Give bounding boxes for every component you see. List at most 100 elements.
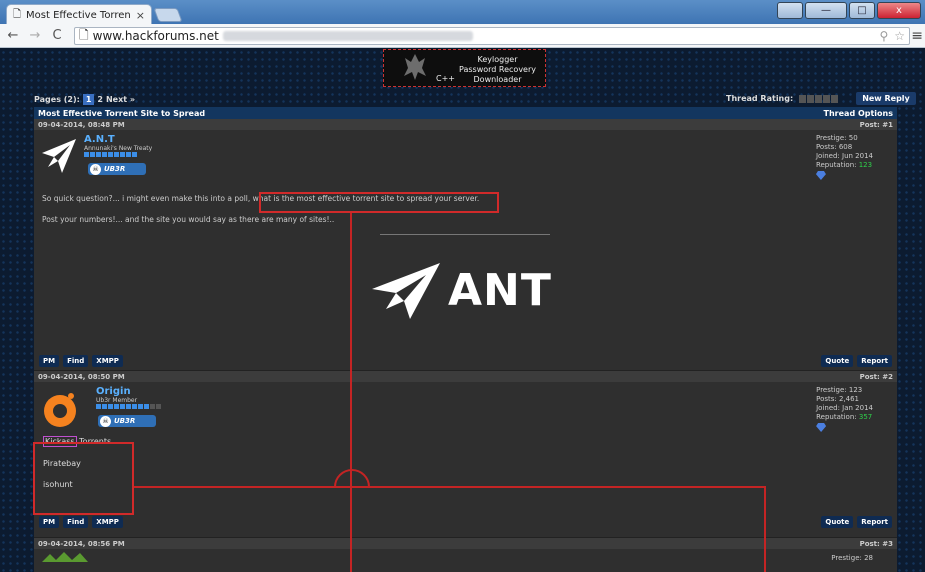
banner-item: Downloader: [473, 75, 522, 84]
bookmark-star-icon[interactable]: ☆: [894, 29, 905, 43]
stat-posts: Posts: 2,461: [816, 395, 860, 403]
stat-prestige: Prestige: 123: [816, 386, 863, 394]
minimize-button[interactable]: —: [805, 2, 847, 19]
thread-header: Most Effective Torrent Site to Spread Th…: [34, 107, 897, 119]
forward-button[interactable]: →: [26, 28, 44, 43]
post-footer: PM Find XMPP Quote Report: [39, 355, 892, 367]
thread-options-link[interactable]: Thread Options: [824, 109, 893, 118]
post-date: 09-04-2014, 08:56 PM: [38, 539, 125, 548]
post-2: 09-04-2014, 08:50 PM Post: #2 Origin Ub3…: [34, 371, 897, 538]
post-header: 09-04-2014, 08:56 PM Post: #3: [34, 538, 897, 549]
thread-title: Most Effective Torrent Site to Spread: [38, 108, 206, 118]
rating-label: Thread Rating:: [726, 94, 794, 103]
reputation-value[interactable]: 357: [859, 413, 872, 421]
post-number[interactable]: Post: #2: [860, 373, 893, 381]
ad-banner[interactable]: Keylogger Password Recovery Downloader C…: [383, 49, 546, 87]
avatar[interactable]: [40, 387, 80, 429]
gem-icon: [815, 171, 826, 180]
reputation-value[interactable]: 123: [859, 161, 872, 169]
user-info: A.N.T Annunaki's New Treaty ☠ UB3R Presti…: [34, 130, 897, 180]
page-link-2[interactable]: 2: [97, 95, 103, 104]
banner-items: Keylogger Password Recovery Downloader: [459, 55, 536, 85]
stat-posts: Posts: 608: [815, 143, 853, 151]
username[interactable]: Origin: [96, 386, 131, 397]
badge-label: UB3R: [114, 417, 136, 425]
demon-logo-icon: [402, 52, 428, 82]
maximize-button[interactable]: □: [849, 2, 875, 19]
ant-logo-icon: [372, 263, 440, 319]
user-stars: [96, 404, 161, 409]
banner-lang: C++: [436, 74, 455, 83]
banner-item: Keylogger: [477, 55, 518, 64]
post-header: 09-04-2014, 08:50 PM Post: #2: [34, 371, 897, 382]
new-reply-button[interactable]: New Reply: [856, 92, 916, 105]
pagination-label: Pages (2):: [34, 95, 80, 104]
annotation-bridge: [334, 469, 370, 488]
window-controls: — □ x: [777, 2, 921, 19]
pm-button[interactable]: PM: [39, 516, 60, 528]
page-icon: 🗋: [13, 9, 22, 20]
search-icon[interactable]: ⚲: [879, 29, 888, 43]
stat-reputation: Reputation: 123: [815, 161, 873, 169]
user-stars: [84, 152, 137, 157]
window-titlebar: 🗋 Most Effective Torrent Site × — □ x: [0, 0, 925, 26]
post-text: So quick question?... i might even make …: [42, 194, 251, 203]
user-stats: Prestige: 28: [831, 554, 873, 563]
signature-logo: ANT: [370, 259, 560, 325]
post-number[interactable]: Post: #1: [860, 121, 893, 129]
annotation-line: [764, 486, 766, 572]
quote-button[interactable]: Quote: [821, 516, 854, 528]
signature-word: ANT: [448, 265, 552, 316]
badge-label: UB3R: [104, 165, 126, 173]
new-tab-button[interactable]: [153, 8, 183, 22]
browser-menu-icon[interactable]: ≡: [911, 28, 923, 44]
rating-stars[interactable]: [799, 94, 839, 103]
avatar[interactable]: [42, 552, 92, 562]
signature-divider: [380, 234, 550, 235]
find-button[interactable]: Find: [63, 355, 89, 367]
tab-title: Most Effective Torrent Site: [26, 10, 131, 21]
stat-reputation: Reputation: 357: [816, 413, 873, 421]
pm-button[interactable]: PM: [39, 355, 60, 367]
xmpp-button[interactable]: XMPP: [92, 516, 123, 528]
username[interactable]: A.N.T: [84, 134, 115, 145]
tab-close-icon[interactable]: ×: [136, 9, 145, 22]
highlight-box-list: [33, 442, 134, 515]
browser-tab[interactable]: 🗋 Most Effective Torrent Site ×: [6, 4, 152, 26]
avatar[interactable]: [40, 135, 80, 177]
pagination: Pages (2): 1 2 Next »: [34, 94, 135, 105]
annotation-line: [134, 486, 766, 488]
find-button[interactable]: Find: [63, 516, 89, 528]
back-button[interactable]: ←: [4, 28, 22, 43]
user-title: Ub3r Member: [96, 397, 138, 404]
thread-rating: Thread Rating: New Reply: [726, 92, 916, 105]
reload-button[interactable]: C: [48, 28, 66, 43]
post-date: 09-04-2014, 08:48 PM: [38, 120, 125, 129]
page-link-1[interactable]: 1: [82, 94, 95, 105]
gem-icon: [816, 423, 827, 432]
window-user-button[interactable]: [777, 2, 803, 19]
stat-prestige: Prestige: 28: [831, 554, 873, 562]
browser-toolbar: ← → C 🗋 www.hackforums.net ⚲ ☆ ≡: [0, 24, 925, 48]
url-path-blurred: [222, 31, 473, 41]
banner-item: Password Recovery: [459, 65, 537, 74]
thread-container: Most Effective Torrent Site to Spread Th…: [34, 107, 897, 572]
xmpp-button[interactable]: XMPP: [92, 355, 123, 367]
report-button[interactable]: Report: [857, 516, 892, 528]
address-bar[interactable]: 🗋 www.hackforums.net ⚲ ☆: [74, 27, 910, 45]
annotation-line: [350, 213, 352, 572]
highlight-box-question: [259, 192, 499, 213]
report-button[interactable]: Report: [857, 355, 892, 367]
url-text: www.hackforums.net: [92, 29, 219, 43]
post-text-2: Post your numbers!... and the site you w…: [42, 215, 335, 224]
stat-prestige: Prestige: 50: [815, 134, 858, 142]
post-number[interactable]: Post: #3: [860, 540, 893, 548]
quote-button[interactable]: Quote: [821, 355, 854, 367]
close-window-button[interactable]: x: [877, 2, 921, 19]
next-page-link[interactable]: Next »: [106, 95, 135, 104]
ub3r-badge: ☠ UB3R: [98, 415, 156, 427]
stat-joined: Joined: Jun 2014: [815, 152, 873, 160]
user-title: Annunaki's New Treaty: [84, 145, 153, 152]
skull-icon: ☠: [100, 415, 111, 427]
post-date: 09-04-2014, 08:50 PM: [38, 372, 125, 381]
